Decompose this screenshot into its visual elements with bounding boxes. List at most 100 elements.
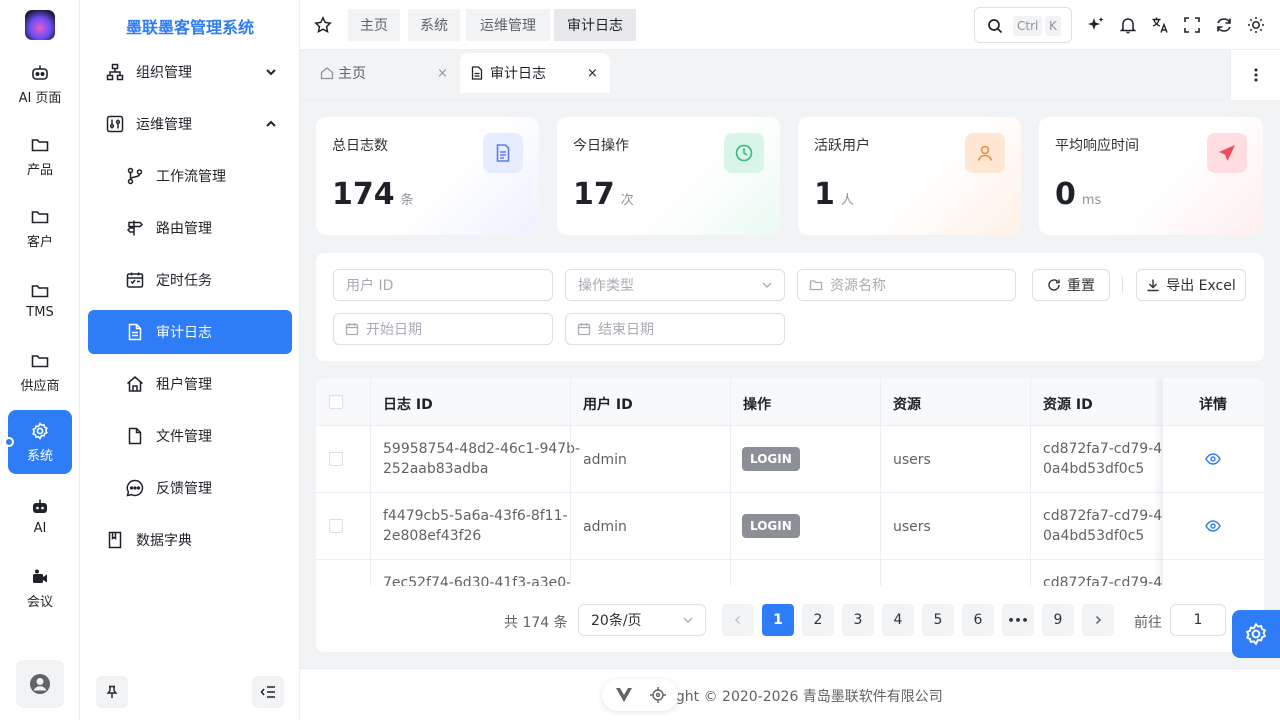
star-icon[interactable]: [314, 16, 332, 34]
sidebar-item-dict[interactable]: 数据字典: [88, 518, 292, 562]
workflow-icon: [127, 167, 143, 185]
row-checkbox[interactable]: [329, 452, 343, 466]
row-checkbox[interactable]: [329, 519, 343, 533]
column-header[interactable]: 资源 ID: [1043, 394, 1093, 414]
rail-item-meeting[interactable]: 会议: [8, 556, 72, 620]
sidebar-item-org[interactable]: 组织管理: [88, 50, 292, 94]
rail-item-ai-page[interactable]: AI 页面: [8, 52, 72, 116]
chevron-right-icon: [1095, 615, 1102, 625]
sidebar-item-ops[interactable]: 运维管理: [88, 102, 292, 146]
stat-icon-box: [724, 133, 764, 173]
refresh-icon[interactable]: [1215, 16, 1233, 34]
close-icon[interactable]: ×: [587, 66, 598, 81]
folder-icon: [31, 210, 49, 223]
rail-item-ai[interactable]: AI: [8, 484, 72, 548]
reset-button[interactable]: 重置: [1032, 269, 1110, 301]
rail-item-customer[interactable]: 客户: [8, 196, 72, 260]
column-header[interactable]: 日志 ID: [383, 394, 433, 414]
goto-page-input[interactable]: 1: [1170, 604, 1226, 636]
translate-icon[interactable]: [1151, 16, 1169, 34]
breadcrumb-item[interactable]: 系统: [408, 9, 460, 41]
folder-icon: [31, 138, 49, 151]
page-size-select[interactable]: 20条/页: [578, 604, 706, 636]
settings-fab-button[interactable]: [1232, 610, 1280, 658]
bell-icon[interactable]: [1119, 16, 1137, 34]
stat-title: 今日操作: [573, 138, 629, 154]
export-excel-button[interactable]: 导出 Excel: [1136, 269, 1246, 301]
select-placeholder: 操作类型: [578, 278, 634, 294]
sparkle-icon[interactable]: [1087, 16, 1105, 34]
user-id-input[interactable]: 用户 ID: [333, 269, 553, 301]
fullscreen-icon[interactable]: [1183, 16, 1201, 34]
collapse-sidebar-button[interactable]: [252, 676, 284, 708]
pin-button[interactable]: [96, 676, 128, 708]
sidebar-item-routing[interactable]: 路由管理: [88, 206, 292, 250]
user-icon: [977, 145, 993, 161]
rail-item-label: 供应商: [20, 378, 60, 394]
user-avatar[interactable]: [16, 660, 64, 708]
page-button[interactable]: 9: [1042, 604, 1074, 636]
global-search-button[interactable]: Ctrl K: [974, 7, 1072, 43]
page-button[interactable]: 4: [882, 604, 914, 636]
start-date-input[interactable]: 开始日期: [333, 313, 553, 345]
signpost-icon: [126, 220, 144, 236]
rail-item-system[interactable]: 系统: [8, 410, 72, 474]
close-icon[interactable]: ×: [437, 66, 448, 81]
stat-value: 0 ms: [1055, 177, 1102, 212]
sidebar-item-feedback[interactable]: 反馈管理: [88, 466, 292, 510]
table-row[interactable]: f4479cb5-5a6a-43f6-8f11- 2e808ef43f26 adm…: [316, 493, 1264, 560]
crosshair-icon[interactable]: [650, 687, 666, 703]
breadcrumb-item[interactable]: 主页: [348, 9, 400, 41]
column-header[interactable]: 资源: [893, 394, 921, 414]
chevron-down-icon: [683, 617, 693, 623]
app-logo[interactable]: [25, 10, 55, 40]
rail-item-product[interactable]: 产品: [8, 124, 72, 188]
sidebar-item-audit-log[interactable]: 审计日志: [88, 310, 292, 354]
floating-toolbar: [602, 679, 678, 711]
input-placeholder: 开始日期: [366, 322, 422, 338]
page-button[interactable]: 6: [962, 604, 994, 636]
rail-item-tms[interactable]: TMS: [8, 268, 72, 332]
pin-icon: [106, 685, 118, 698]
breadcrumb-item[interactable]: 运维管理: [466, 9, 550, 41]
sidebar-item-cron[interactable]: 定时任务: [88, 258, 292, 302]
log-id-cell: f4479cb5-5a6a-43f6-8f11- 2e808ef43f26: [383, 508, 568, 544]
stat-card-avg-response: 平均响应时间 0 ms: [1039, 117, 1263, 235]
sidebar-item-workflow[interactable]: 工作流管理: [88, 154, 292, 198]
prev-page-button[interactable]: [722, 604, 754, 636]
sidebar-item-files[interactable]: 文件管理: [88, 414, 292, 458]
operation-type-select[interactable]: 操作类型: [565, 269, 785, 301]
eye-icon[interactable]: [1205, 453, 1221, 465]
page-button[interactable]: 1: [762, 604, 794, 636]
column-header: 详情: [1199, 397, 1227, 413]
sun-icon[interactable]: [1247, 16, 1265, 34]
select-all-checkbox[interactable]: [329, 395, 343, 409]
column-header[interactable]: 操作: [743, 394, 771, 414]
rail-item-supplier[interactable]: 供应商: [8, 340, 72, 404]
resource-name-input[interactable]: 资源名称: [797, 269, 1016, 301]
page-button[interactable]: 5: [922, 604, 954, 636]
active-indicator-dot: [4, 437, 14, 447]
tab-audit-log[interactable]: 审计日志 ×: [460, 53, 610, 93]
tabs-more-button[interactable]: [1230, 50, 1280, 100]
sidebar-item-label: 文件管理: [156, 429, 212, 445]
tab-home[interactable]: 主页 ×: [308, 53, 460, 93]
vue-logo-icon[interactable]: [616, 688, 632, 702]
column-header[interactable]: 用户 ID: [583, 394, 633, 414]
sidebar-item-tenant[interactable]: 租户管理: [88, 362, 292, 406]
action-tag: LOGIN: [742, 447, 800, 471]
page-ellipsis-button[interactable]: •••: [1002, 604, 1034, 636]
next-page-button[interactable]: [1082, 604, 1114, 636]
details-fixed-column: 详情: [1162, 378, 1264, 598]
action-tag: LOGIN: [742, 514, 800, 538]
user-id-cell: admin: [583, 452, 627, 468]
sidebar-item-label: 租户管理: [156, 377, 212, 393]
eye-icon[interactable]: [1205, 520, 1221, 532]
chevron-up-icon: [266, 120, 276, 127]
stat-unit: 次: [620, 193, 634, 208]
end-date-input[interactable]: 结束日期: [565, 313, 785, 345]
page-button[interactable]: 2: [802, 604, 834, 636]
sidebar-item-label: 审计日志: [156, 325, 212, 341]
page-button[interactable]: 3: [842, 604, 874, 636]
table-row[interactable]: 59958754-48d2-46c1-947b- 252aab83adba adm…: [316, 426, 1264, 493]
